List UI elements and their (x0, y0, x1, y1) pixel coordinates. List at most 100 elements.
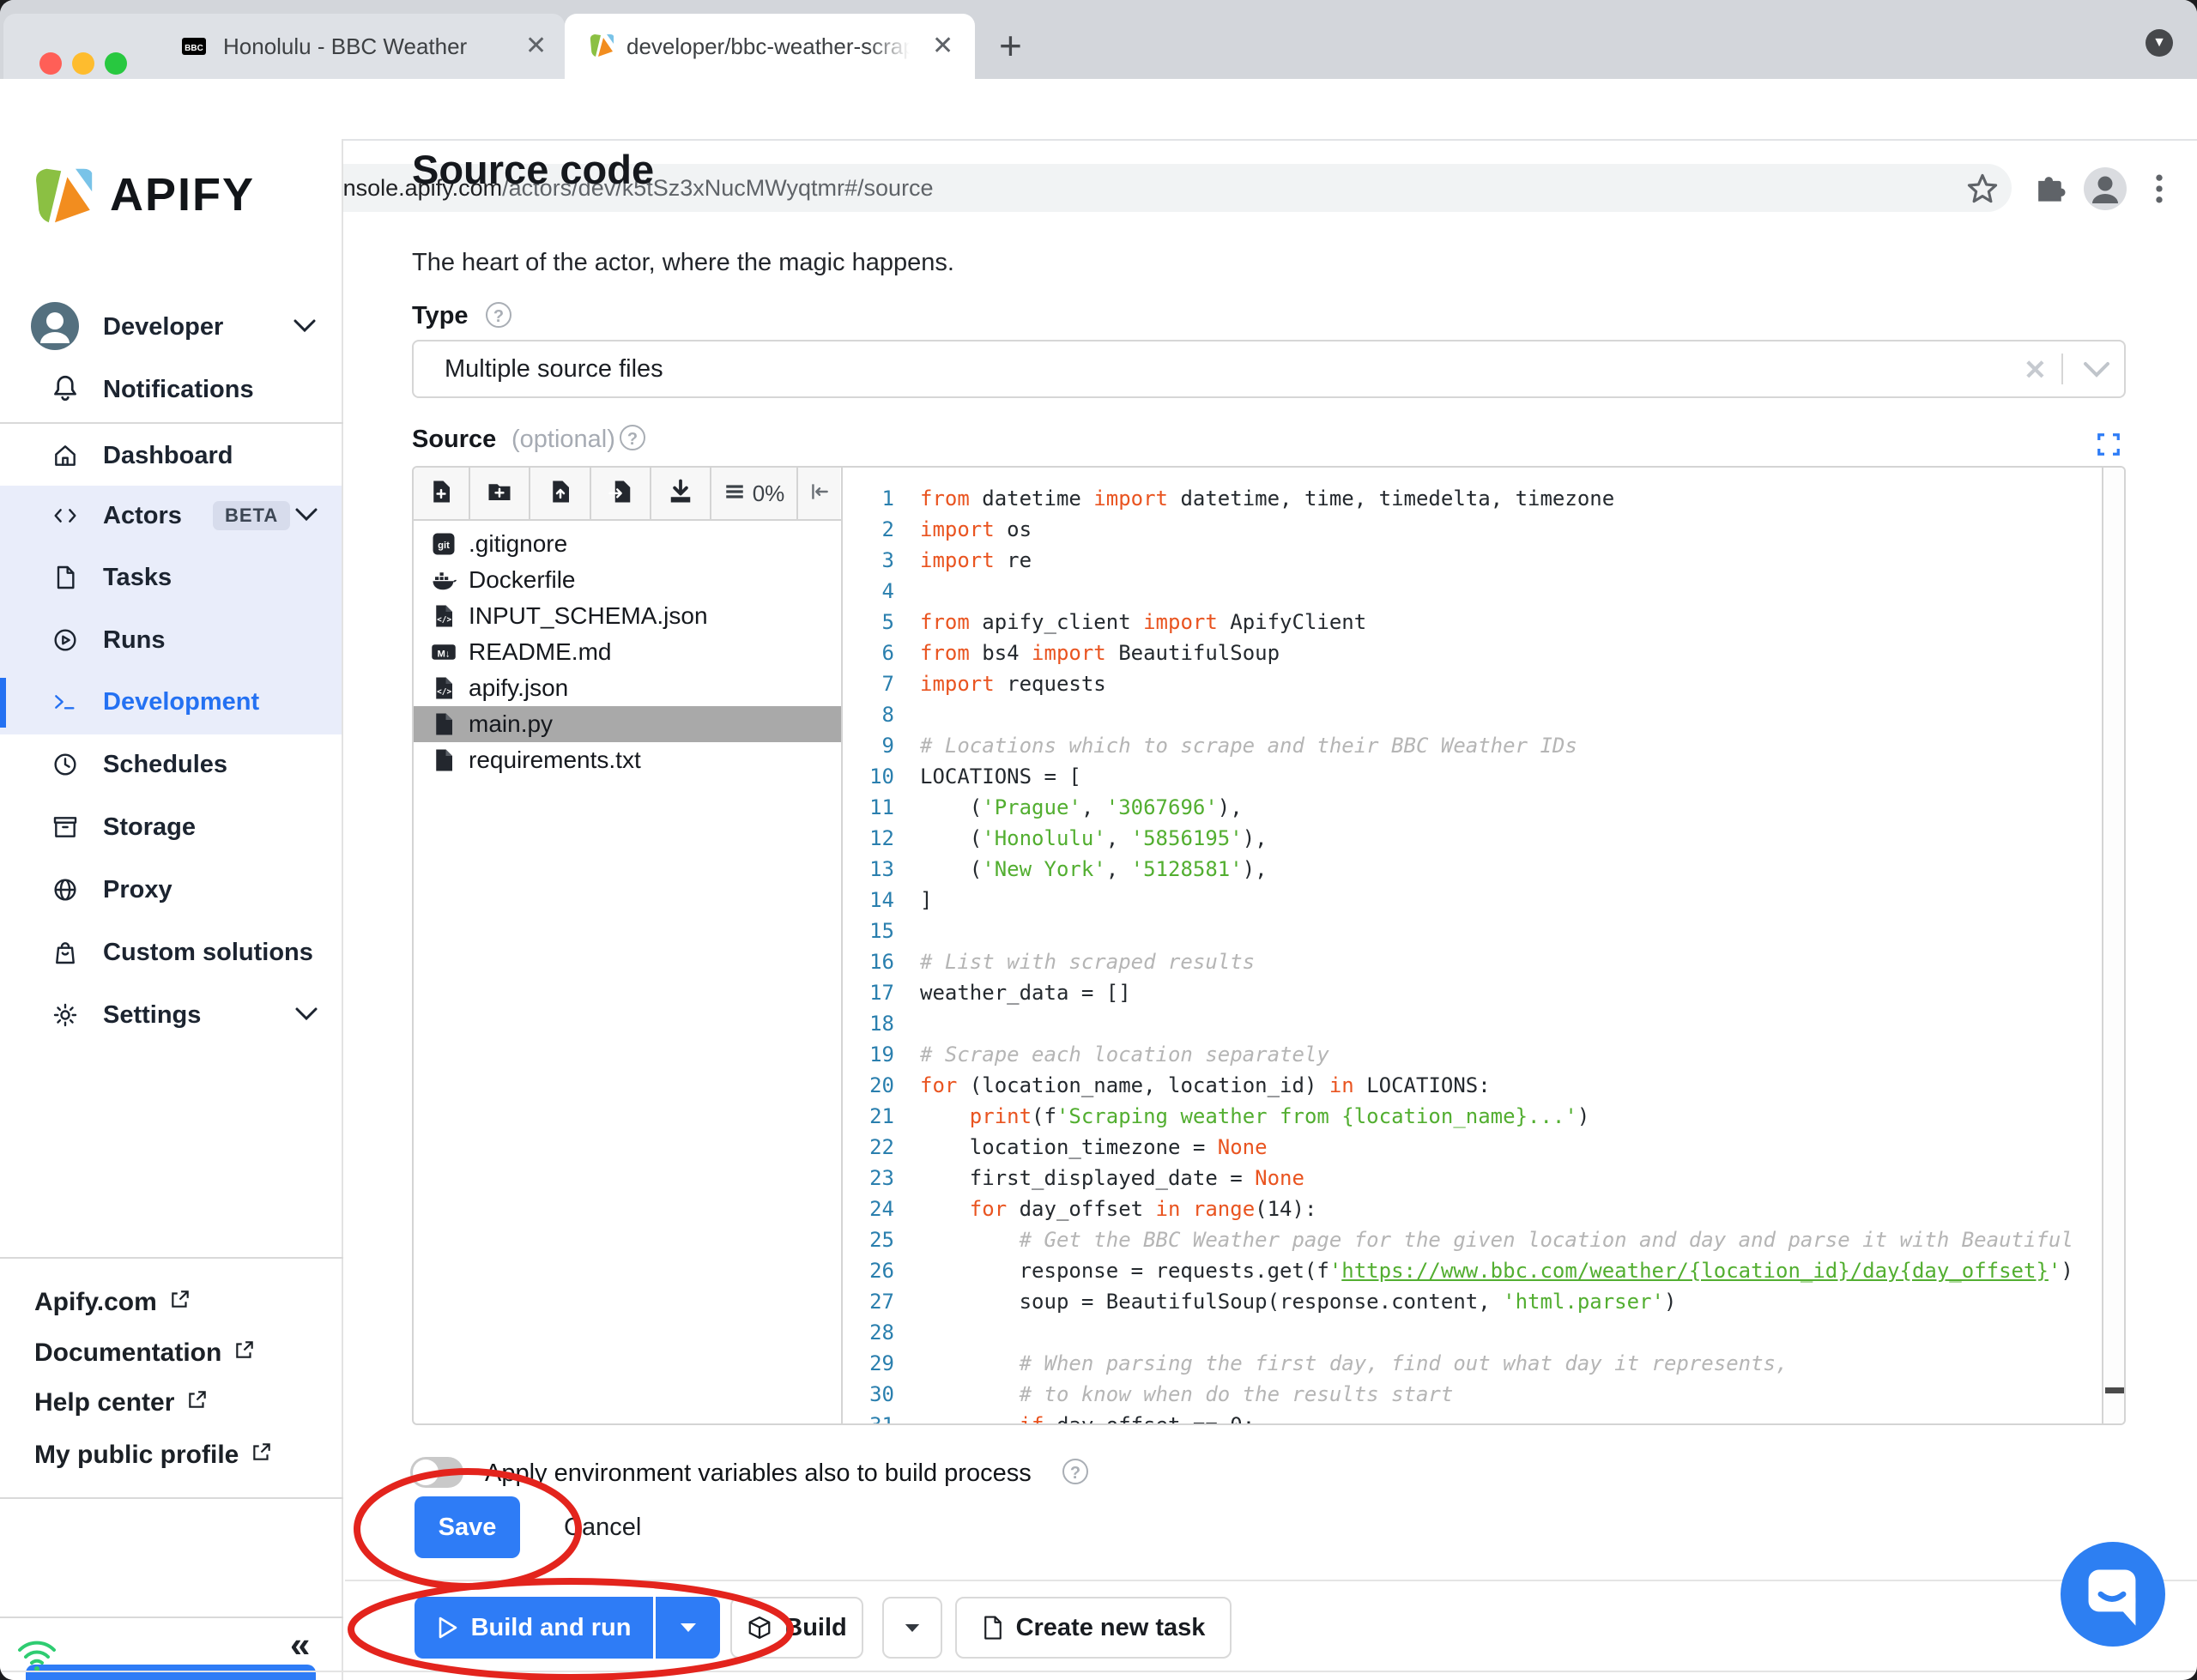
code-line[interactable]: 6 from bs4 import BeautifulSoup (843, 638, 2085, 668)
account-menu[interactable]: Developer (103, 313, 223, 341)
traffic-light-close[interactable] (39, 52, 62, 75)
clear-icon[interactable]: ✕ (2024, 354, 2047, 386)
code-line[interactable]: 1 from datetime import datetime, time, ti… (843, 483, 2085, 514)
code-line[interactable]: 25 # Get the BBC Weather page for the gi… (843, 1224, 2085, 1255)
env-variables-toggle[interactable] (410, 1457, 463, 1488)
code-line[interactable]: 9 # Locations which to scrape and their B… (843, 730, 2085, 761)
code-line[interactable]: 4 (843, 576, 2085, 607)
code-line[interactable]: 12 ('Honolulu', '5856195'), (843, 823, 2085, 854)
code-line[interactable]: 10 LOCATIONS = [ (843, 761, 2085, 792)
chevron-down-icon[interactable] (294, 1006, 319, 1027)
sidebar-item-custom-solutions[interactable]: Custom solutions (0, 922, 342, 982)
code-line[interactable]: 31 if day_offset == 0: (843, 1410, 2085, 1423)
sidebar-item-tasks[interactable]: Tasks (0, 547, 342, 607)
code-line[interactable]: 15 (843, 916, 2085, 946)
type-help-icon[interactable]: ? (486, 302, 511, 328)
save-button[interactable]: Save (415, 1496, 520, 1558)
build-button[interactable]: Build (730, 1597, 863, 1659)
upload-file-button[interactable] (530, 468, 591, 519)
file-tree-item-main-py[interactable]: main.py (414, 706, 841, 742)
file-tree-item-apify-json[interactable]: </> apify.json (414, 670, 841, 706)
code-line[interactable]: 14] (843, 885, 2085, 916)
code-line[interactable]: 18 (843, 1008, 2085, 1039)
import-file-button[interactable] (591, 468, 651, 519)
code-line[interactable]: 16 # List with scraped results (843, 946, 2085, 977)
env-help-icon[interactable]: ? (1062, 1459, 1088, 1484)
code-line[interactable]: 20 for (location_name, location_id) in LO… (843, 1070, 2085, 1101)
code-line[interactable]: 11 ('Prague', '3067696'), (843, 792, 2085, 823)
upgrade-button[interactable]: Upgrade (26, 1665, 316, 1680)
link-my-public-profile[interactable]: My public profile (34, 1431, 273, 1479)
cancel-button[interactable]: Cancel (564, 1496, 641, 1558)
code-line[interactable]: 27 soup = BeautifulSoup(response.content… (843, 1286, 2085, 1317)
menu-dots-icon[interactable] (2149, 170, 2170, 208)
code-line[interactable]: 8 (843, 699, 2085, 730)
bookmark-star-icon[interactable] (1964, 170, 2001, 208)
file-tree-item-requirements-txt[interactable]: requirements.txt (414, 742, 841, 778)
chevron-down-icon[interactable] (294, 506, 319, 528)
code-line[interactable]: 29 # When parsing the first day, find ou… (843, 1348, 2085, 1379)
code-line[interactable]: 22 location_timezone = None (843, 1132, 2085, 1163)
tab-bbc-weather[interactable]: BBC Honolulu - BBC Weather ✕ (3, 14, 565, 79)
new-file-button[interactable] (414, 468, 470, 519)
code-line[interactable]: 23 first_displayed_date = None (843, 1163, 2085, 1194)
sidebar-item-schedules[interactable]: Schedules (0, 734, 342, 795)
scrollbar-thumb[interactable] (2105, 1387, 2124, 1393)
traffic-light-minimize[interactable] (72, 52, 94, 75)
sidebar-item-storage[interactable]: Storage (0, 797, 342, 857)
download-button[interactable] (651, 468, 711, 519)
user-avatar[interactable] (31, 302, 79, 350)
code-line[interactable]: 21 print(f'Scraping weather from {locati… (843, 1101, 2085, 1132)
type-select[interactable]: Multiple source files ✕ (412, 340, 2126, 398)
sidebar-item-dashboard[interactable]: Dashboard (0, 426, 342, 486)
sidebar-item-settings[interactable]: Settings (0, 985, 342, 1045)
editor-scrollbar[interactable] (2102, 468, 2124, 1423)
tab-close-icon[interactable]: ✕ (932, 33, 953, 60)
code-line[interactable]: 5 from apify_client import ApifyClient (843, 607, 2085, 638)
code-line[interactable]: 3 import re (843, 545, 2085, 576)
bell-icon[interactable] (50, 372, 81, 403)
sidebar-item-runs[interactable]: Runs (0, 610, 342, 670)
link-help-center[interactable]: Help center (34, 1379, 209, 1427)
code-editor[interactable]: 1 from datetime import datetime, time, ti… (843, 483, 2085, 1423)
extensions-puzzle-icon[interactable] (2031, 170, 2068, 208)
code-line[interactable]: 24 for day_offset in range(14): (843, 1194, 2085, 1224)
code-line[interactable]: 28 (843, 1317, 2085, 1348)
align-left-button[interactable] (798, 468, 840, 519)
file-tree-item-Dockerfile[interactable]: Dockerfile (414, 562, 841, 598)
file-tree-item-INPUT-SCHEMA-json[interactable]: </> INPUT_SCHEMA.json (414, 598, 841, 634)
code-line[interactable]: 26 response = requests.get(f'https://www… (843, 1255, 2085, 1286)
build-and-run-dropdown[interactable] (656, 1597, 720, 1659)
code-line[interactable]: 17 weather_data = [] (843, 977, 2085, 1008)
build-and-run-button[interactable]: Build and run (415, 1597, 653, 1659)
source-help-icon[interactable]: ? (620, 425, 645, 450)
sidebar-item-notifications[interactable]: Notifications (103, 376, 254, 404)
code-line[interactable]: 13 ('New York', '5128581'), (843, 854, 2085, 885)
sidebar-item-actors[interactable]: Actors BETA (0, 486, 342, 546)
code-line[interactable]: 30 # to know when do the results start (843, 1379, 2085, 1410)
chat-widget-button[interactable] (2061, 1542, 2165, 1647)
tab-search-icon[interactable]: ▼ (2146, 29, 2173, 57)
code-line[interactable]: 19 # Scrape each location separately (843, 1039, 2085, 1070)
tab-apify-console[interactable]: developer/bbc-weather-scrape ✕ (565, 14, 975, 79)
chevron-down-icon[interactable] (292, 317, 318, 335)
link-apify-com[interactable]: Apify.com (34, 1278, 191, 1326)
file-tree-item-README-md[interactable]: M↓ README.md (414, 634, 841, 670)
collapse-sidebar-icon[interactable]: « (290, 1624, 310, 1665)
new-tab-button[interactable]: + (999, 22, 1022, 69)
file-tree-item--gitignore[interactable]: git .gitignore (414, 526, 841, 562)
sidebar-item-proxy[interactable]: Proxy (0, 860, 342, 920)
sidebar-item-development[interactable]: Development (0, 672, 342, 732)
new-folder-button[interactable] (470, 468, 530, 519)
chevron-down-icon[interactable] (2082, 360, 2111, 379)
tab-close-icon[interactable]: ✕ (525, 33, 547, 60)
build-dropdown[interactable] (882, 1597, 942, 1659)
fullscreen-icon[interactable] (2096, 432, 2121, 457)
zoom-level-button[interactable]: 0% (711, 468, 798, 519)
profile-avatar[interactable] (2084, 167, 2127, 210)
code-line[interactable]: 7 import requests (843, 668, 2085, 699)
create-new-task-button[interactable]: Create new task (955, 1597, 1232, 1659)
code-line[interactable]: 2 import os (843, 514, 2085, 545)
link-documentation[interactable]: Documentation (34, 1329, 256, 1377)
traffic-light-zoom[interactable] (105, 52, 127, 75)
